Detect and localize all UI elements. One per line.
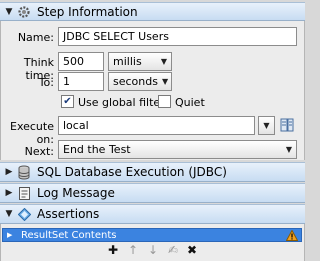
to-label: To:: [38, 76, 54, 89]
execute-on-dropdown-button[interactable]: ▼: [258, 116, 275, 135]
section-title: Assertions: [37, 207, 100, 221]
next-select[interactable]: End the Test ▼: [58, 140, 297, 159]
use-global-filters-label: Use global filters: [78, 96, 171, 109]
collapse-arrow-icon[interactable]: ▼: [2, 7, 16, 17]
database-icon: [16, 164, 32, 180]
section-step-information[interactable]: ▼ Step Information: [0, 2, 305, 21]
chevron-down-icon: ▼: [263, 121, 270, 130]
warning-icon: [285, 229, 299, 241]
next-label: Next:: [24, 145, 54, 158]
server-list-icon[interactable]: [279, 117, 295, 133]
next-value: End the Test: [63, 143, 131, 156]
assertion-label: ResultSet Contents: [21, 230, 117, 241]
edit-assertion-button[interactable]: ✍: [166, 243, 180, 257]
section-title: Step Information: [37, 4, 138, 19]
section-assertions[interactable]: ▼ Assertions: [0, 204, 305, 224]
name-label: Name:: [17, 31, 54, 44]
to-unit-select[interactable]: seconds ▼: [108, 72, 172, 91]
gear-icon: [16, 4, 32, 20]
section-title: SQL Database Execution (JDBC): [37, 165, 227, 179]
chevron-down-icon: ▼: [160, 57, 167, 66]
think-time-field[interactable]: 500: [58, 52, 104, 71]
think-time-unit-value: millis: [113, 55, 142, 68]
to-field[interactable]: 1: [58, 72, 104, 91]
think-time-unit-select[interactable]: millis ▼: [108, 52, 172, 71]
execute-on-label: Execute on:: [10, 120, 54, 146]
move-up-button[interactable]: ↑: [126, 243, 140, 257]
move-down-button[interactable]: ↓: [146, 243, 160, 257]
quiet-label: Quiet: [175, 96, 205, 109]
delete-assertion-button[interactable]: ✖: [185, 243, 199, 257]
section-log-message[interactable]: ▶ Log Message: [0, 183, 305, 203]
quiet-checkbox[interactable]: [158, 95, 171, 108]
to-unit-value: seconds: [113, 75, 158, 88]
chevron-down-icon: ▼: [285, 145, 292, 154]
assertion-row[interactable]: ▶ ResultSet Contents: [2, 228, 302, 242]
use-global-filters-checkbox[interactable]: ✔: [61, 95, 74, 108]
execute-on-field[interactable]: local: [58, 116, 255, 135]
section-title: Log Message: [37, 186, 115, 200]
expand-arrow-icon[interactable]: ▶: [7, 231, 12, 239]
chevron-down-icon: ▼: [161, 77, 169, 86]
expand-arrow-icon[interactable]: ▶: [2, 188, 16, 198]
section-sql-database-execution[interactable]: ▶ SQL Database Execution (JDBC): [0, 162, 305, 182]
log-document-icon: [16, 185, 32, 201]
assertion-diamond-icon: [16, 206, 32, 222]
expand-arrow-icon[interactable]: ▶: [2, 167, 16, 177]
collapse-arrow-icon[interactable]: ▼: [2, 209, 16, 219]
name-field[interactable]: JDBC SELECT Users: [58, 27, 297, 46]
add-assertion-button[interactable]: ✚: [106, 243, 120, 257]
